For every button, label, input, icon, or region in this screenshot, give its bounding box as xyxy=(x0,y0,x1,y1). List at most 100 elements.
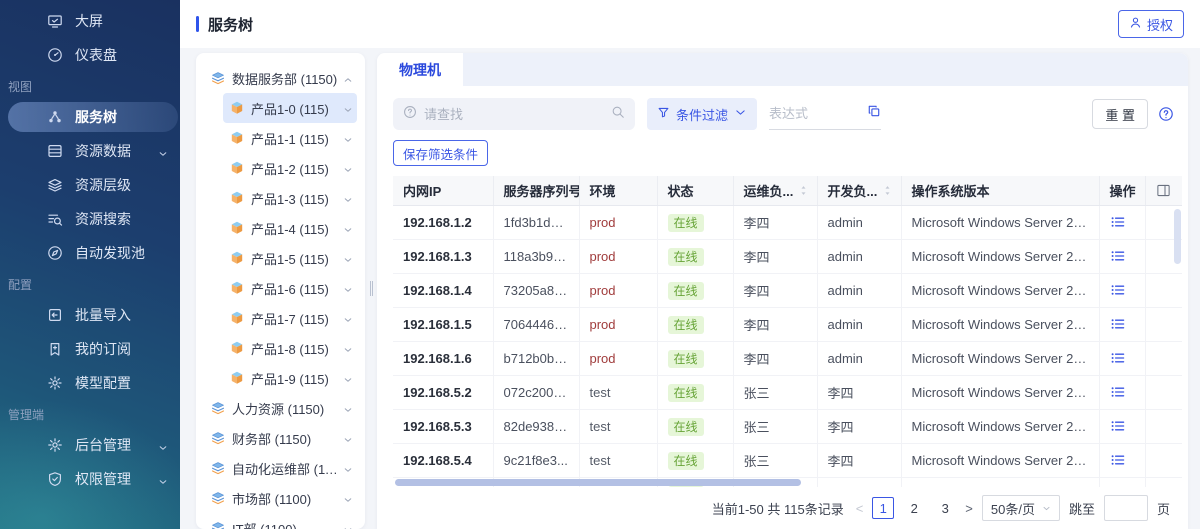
chevron-down-icon[interactable] xyxy=(343,433,353,443)
column-header[interactable] xyxy=(1145,176,1182,205)
tree-node[interactable]: 市场部 (1100) xyxy=(204,483,357,513)
reset-button[interactable]: 重 置 xyxy=(1092,99,1148,129)
row-actions-icon[interactable] xyxy=(1110,350,1126,366)
row-actions-icon[interactable] xyxy=(1110,214,1126,230)
sidebar-item-model-config[interactable]: 模型配置 xyxy=(0,366,180,400)
chevron-down-icon[interactable] xyxy=(343,163,353,173)
column-header[interactable]: 开发负... xyxy=(817,176,901,205)
pagination-prev-button[interactable]: < xyxy=(856,501,864,516)
pagination-page-1[interactable]: 1 xyxy=(872,497,894,519)
tab-physical-machine[interactable]: 物理机 xyxy=(377,53,463,86)
chevron-down-icon[interactable] xyxy=(343,343,353,353)
tree-node[interactable]: 产品1-0 (115) xyxy=(223,93,357,123)
cell-os-version: Microsoft Windows Server 2019 Stan... xyxy=(901,239,1099,273)
status-badge: 在线 xyxy=(668,248,704,266)
tree-node[interactable]: 产品1-6 (115) xyxy=(223,273,357,303)
chevron-down-icon[interactable] xyxy=(343,373,353,383)
product-icon xyxy=(229,280,245,296)
cell-intranet-ip: 192.168.5.4 xyxy=(393,443,493,477)
row-actions-icon[interactable] xyxy=(1110,486,1126,487)
chevron-up-icon[interactable] xyxy=(343,73,353,83)
cell-intranet-ip: 192.168.1.2 xyxy=(393,205,493,239)
sidebar-item-resource-search[interactable]: 资源搜索 xyxy=(0,202,180,236)
sidebar-item-resource-data[interactable]: 资源数据 xyxy=(0,134,180,168)
row-actions-icon[interactable] xyxy=(1110,452,1126,468)
column-settings-icon[interactable] xyxy=(1156,183,1171,198)
chevron-down-icon[interactable] xyxy=(343,133,353,143)
cell-dev-owner: admin xyxy=(817,307,901,341)
chevron-down-icon[interactable] xyxy=(343,523,353,529)
panel-resize-handle[interactable] xyxy=(365,48,377,529)
chevron-down-icon[interactable] xyxy=(343,403,353,413)
chevron-down-icon[interactable] xyxy=(343,193,353,203)
expression-input[interactable] xyxy=(769,106,861,121)
column-header: 服务器序列号 xyxy=(493,176,579,205)
sidebar-item-dashboard-gauge[interactable]: 仪表盘 xyxy=(0,38,180,72)
condition-filter-dropdown[interactable]: 条件过滤 xyxy=(647,98,757,130)
chevron-down-icon[interactable] xyxy=(343,223,353,233)
tree-node[interactable]: 产品1-2 (115) xyxy=(223,153,357,183)
tree-node[interactable]: 自动化运维部 (1150) xyxy=(204,453,357,483)
sidebar-item-gear[interactable]: 后台管理 xyxy=(0,428,180,462)
body-row: 数据服务部 (1150)产品1-0 (115)产品1-1 (115)产品1-2 … xyxy=(180,48,1200,529)
physical-machine-panel: 物理机 条件过滤 xyxy=(377,53,1188,529)
copy-icon[interactable] xyxy=(867,104,881,123)
tree-node[interactable]: 人力资源 (1150) xyxy=(204,393,357,423)
tree-node[interactable]: 产品1-9 (115) xyxy=(223,363,357,393)
pagination-next-button[interactable]: > xyxy=(965,501,973,516)
tree-node[interactable]: 产品1-8 (115) xyxy=(223,333,357,363)
tree-node[interactable]: 产品1-4 (115) xyxy=(223,213,357,243)
chevron-down-icon[interactable] xyxy=(343,103,353,113)
table-row: 192.168.5.49c21f8e3...test在线张三李四Microsof… xyxy=(393,443,1182,477)
sidebar-item-auto-discover[interactable]: 自动发现池 xyxy=(0,236,180,270)
row-actions-icon[interactable] xyxy=(1110,248,1126,264)
sidebar-item-batch-import[interactable]: 批量导入 xyxy=(0,298,180,332)
row-actions-icon[interactable] xyxy=(1110,282,1126,298)
column-header[interactable]: 运维负... xyxy=(733,176,817,205)
chevron-down-icon[interactable] xyxy=(343,283,353,293)
page-size-select[interactable]: 50条/页 xyxy=(982,495,1060,521)
row-actions-icon[interactable] xyxy=(1110,384,1126,400)
cell-environment: prod xyxy=(579,205,657,239)
tree-node[interactable]: IT部 (1100) xyxy=(204,513,357,529)
tree-node[interactable]: 产品1-3 (115) xyxy=(223,183,357,213)
cell-status: 在线 xyxy=(657,443,733,477)
app-root: 大屏仪表盘视图服务树资源数据资源层级资源搜索自动发现池配置批量导入我的订阅模型配… xyxy=(0,0,1200,529)
column-header-label: 操作系统版本 xyxy=(912,181,990,200)
vertical-scrollbar[interactable] xyxy=(1174,209,1181,264)
chevron-down-icon[interactable] xyxy=(343,253,353,263)
help-question-circle-icon[interactable] xyxy=(1158,106,1174,122)
save-filter-button[interactable]: 保存筛选条件 xyxy=(393,140,488,166)
sidebar-item-service-tree[interactable]: 服务树 xyxy=(0,100,180,134)
sidebar-item-label: 模型配置 xyxy=(75,373,131,393)
chevron-down-icon[interactable] xyxy=(343,463,353,473)
search-icon[interactable] xyxy=(611,105,625,124)
pagination-page-2[interactable]: 2 xyxy=(903,497,925,519)
jump-to-page-input[interactable] xyxy=(1104,495,1148,521)
table-row: 192.168.1.21fd3b1d5...prod在线李四adminMicro… xyxy=(393,205,1182,239)
tree-node[interactable]: 产品1-7 (115) xyxy=(223,303,357,333)
tree-node[interactable]: 产品1-1 (115) xyxy=(223,123,357,153)
sort-icon[interactable] xyxy=(882,184,893,197)
tree-node[interactable]: 数据服务部 (1150) xyxy=(204,63,357,93)
chevron-down-icon[interactable] xyxy=(343,313,353,323)
search-input[interactable] xyxy=(424,107,604,122)
chevron-down-icon[interactable] xyxy=(343,493,353,503)
product-icon xyxy=(229,310,245,326)
pagination-page-3[interactable]: 3 xyxy=(934,497,956,519)
tree-node[interactable]: 财务部 (1150) xyxy=(204,423,357,453)
cell-os-version: Microsoft Windows Server 2019 Stan... xyxy=(901,307,1099,341)
authorize-button[interactable]: 授权 xyxy=(1118,10,1184,38)
sidebar-item-shield-check[interactable]: 权限管理 xyxy=(0,462,180,496)
batch-import-icon xyxy=(47,307,63,323)
tree-node[interactable]: 产品1-5 (115) xyxy=(223,243,357,273)
sidebar-item-resource-layers[interactable]: 资源层级 xyxy=(0,168,180,202)
sidebar-item-subscription[interactable]: 我的订阅 xyxy=(0,332,180,366)
sort-icon[interactable] xyxy=(798,184,809,197)
sidebar-item-big-screen[interactable]: 大屏 xyxy=(0,4,180,38)
cell-dev-owner: admin xyxy=(817,341,901,375)
row-actions-icon[interactable] xyxy=(1110,316,1126,332)
horizontal-scrollbar[interactable] xyxy=(395,479,801,486)
jump-to-label: 跳至 xyxy=(1069,499,1095,518)
row-actions-icon[interactable] xyxy=(1110,418,1126,434)
